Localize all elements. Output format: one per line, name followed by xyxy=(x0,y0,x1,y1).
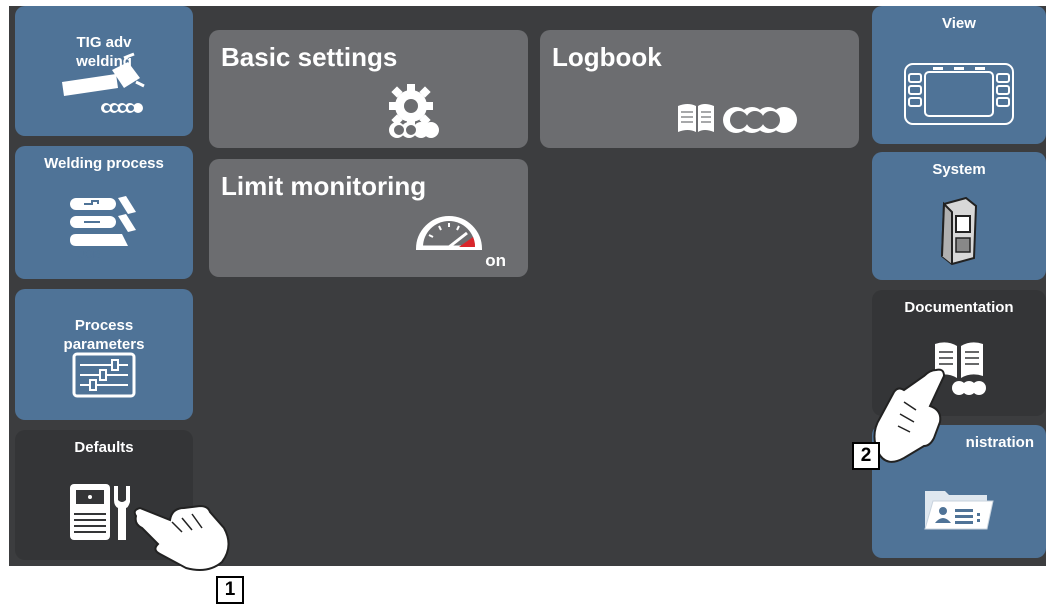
menu-welding-process[interactable]: Welding process JOB xyxy=(15,146,193,279)
menu-tig-adv-welding[interactable]: TIG adv welding xyxy=(15,6,193,136)
gauge-icon xyxy=(415,216,483,250)
administration-folder-icon xyxy=(924,491,994,530)
tile-basic-settings[interactable]: Basic settings xyxy=(209,30,528,148)
tile-limit-monitoring-title: Limit monitoring xyxy=(221,171,427,201)
menu-administration-label: nistration xyxy=(965,434,1034,451)
tile-logbook[interactable]: Logbook xyxy=(540,30,859,148)
welding-process-icon xyxy=(70,196,136,246)
tile-limit-monitoring[interactable]: Limit monitoring on xyxy=(209,159,528,277)
display-view-icon xyxy=(904,63,1014,125)
job-label: JOB xyxy=(78,249,101,261)
tile-basic-settings-title: Basic settings xyxy=(221,42,398,72)
device-screen: TIG adv welding Welding process JOB Proc… xyxy=(9,6,1046,566)
menu-process-parameters-label: Process parameters xyxy=(63,317,145,353)
menu-documentation-label: Documentation xyxy=(904,299,1014,316)
menu-welding-process-label: Welding process xyxy=(44,155,164,172)
callout-2: 2 xyxy=(852,442,880,470)
tig-torch-icon xyxy=(62,52,145,113)
menu-view[interactable]: View xyxy=(872,6,1046,144)
menu-defaults-label: Defaults xyxy=(74,439,134,456)
limit-monitoring-status: on xyxy=(485,251,506,270)
menu-system-label: System xyxy=(932,161,986,178)
sliders-icon xyxy=(72,352,136,398)
menu-process-parameters[interactable]: Process parameters xyxy=(15,289,193,420)
tile-logbook-title: Logbook xyxy=(552,42,662,72)
logbook-icon xyxy=(678,104,797,133)
menu-system[interactable]: System xyxy=(872,152,1046,280)
callout-1: 1 xyxy=(216,576,244,604)
gear-icon xyxy=(389,84,439,138)
system-device-icon xyxy=(940,196,978,266)
pointing-hand-icon xyxy=(133,504,230,571)
menu-view-label: View xyxy=(942,15,976,32)
